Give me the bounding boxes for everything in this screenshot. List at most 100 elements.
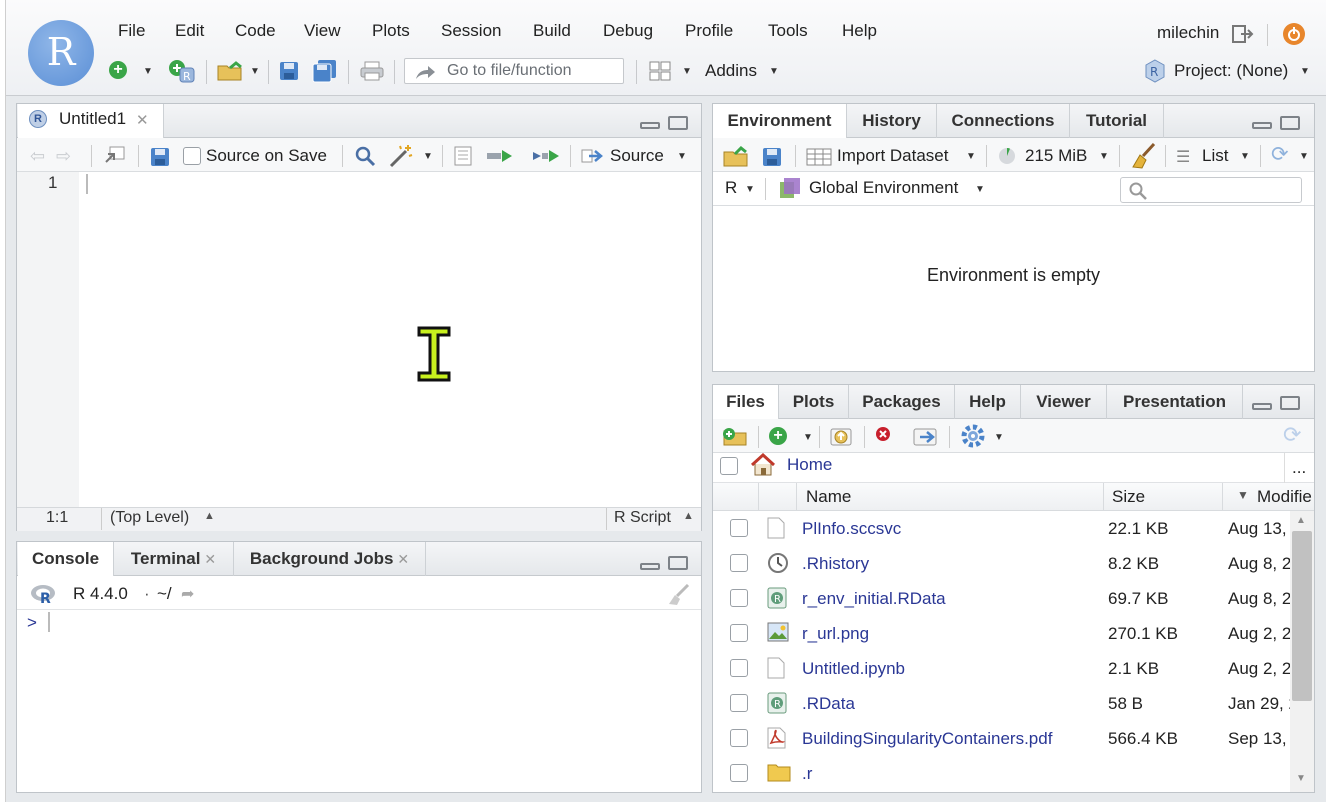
tab-tutorial[interactable]: Tutorial — [1070, 104, 1164, 138]
source-on-save-checkbox[interactable] — [183, 147, 201, 165]
tab-files[interactable]: Files — [713, 385, 779, 419]
tab-plots[interactable]: Plots — [779, 385, 849, 419]
row-checkbox[interactable] — [730, 694, 748, 712]
chevron-down-icon[interactable]: ▼ — [1099, 151, 1109, 162]
column-modified[interactable]: Modifie — [1257, 487, 1314, 507]
compile-report-icon[interactable] — [453, 146, 473, 166]
table-row[interactable] — [713, 756, 1290, 791]
chevron-down-icon[interactable]: ▼ — [994, 432, 1004, 443]
scope-selector[interactable]: (Top Level) — [110, 509, 189, 527]
maximize-icon[interactable] — [1280, 116, 1300, 130]
menu-build[interactable]: Build — [533, 21, 571, 45]
project-menu[interactable]: Project: (None) — [1174, 61, 1288, 81]
file-name-link[interactable]: Untitled.ipynb — [802, 659, 905, 679]
menu-tools[interactable]: Tools — [768, 21, 808, 45]
file-name-link[interactable]: .RData — [802, 694, 855, 714]
chevron-down-icon[interactable]: ▼ — [975, 184, 985, 195]
close-icon[interactable]: ✕ — [200, 551, 216, 567]
broom-icon[interactable] — [1130, 142, 1156, 169]
column-size[interactable]: Size — [1112, 487, 1145, 507]
scroll-down-icon[interactable]: ▼ — [1296, 773, 1306, 784]
environment-scope-selector[interactable]: Global Environment — [809, 178, 958, 198]
table-row[interactable] — [713, 651, 1290, 686]
scrollbar-thumb[interactable] — [1292, 531, 1312, 701]
run-line-icon[interactable] — [486, 148, 516, 164]
chevron-down-icon[interactable]: ▼ — [1300, 66, 1310, 77]
print-icon[interactable] — [360, 61, 384, 81]
code-editor[interactable] — [79, 172, 701, 507]
maximize-icon[interactable] — [668, 116, 688, 130]
menu-profile[interactable]: Profile — [685, 21, 733, 45]
source-arrow-icon[interactable] — [581, 148, 605, 164]
minimize-icon[interactable] — [640, 563, 660, 570]
file-name-link[interactable]: r_url.png — [802, 624, 869, 644]
table-row[interactable] — [713, 511, 1290, 546]
menu-view[interactable]: View — [304, 21, 341, 45]
re-run-icon[interactable] — [531, 148, 561, 164]
minimize-icon[interactable] — [1252, 122, 1272, 129]
save-icon[interactable] — [279, 61, 299, 81]
import-dataset-button[interactable]: Import Dataset — [837, 146, 949, 166]
row-checkbox[interactable] — [730, 589, 748, 607]
chevron-down-icon[interactable]: ▼ — [250, 66, 260, 77]
close-icon[interactable]: ✕ — [393, 551, 409, 567]
close-icon[interactable]: ✕ — [136, 111, 149, 129]
forward-arrow-icon[interactable]: ⇨ — [56, 146, 71, 167]
more-options-button[interactable]: ... — [1292, 458, 1306, 478]
tab-presentation[interactable]: Presentation — [1107, 385, 1243, 419]
tab-background-jobs[interactable]: Background Jobs ✕ — [234, 542, 426, 576]
menu-help[interactable]: Help — [842, 21, 877, 45]
row-checkbox[interactable] — [730, 729, 748, 747]
file-name-link[interactable]: r_env_initial.RData — [802, 589, 946, 609]
addins-menu[interactable]: Addins — [705, 61, 757, 81]
breadcrumb-home[interactable]: Home — [787, 455, 832, 475]
go-to-directory-icon[interactable]: ➦ — [181, 584, 194, 604]
file-name-link[interactable]: PlInfo.sccsvc — [802, 519, 901, 539]
tab-viewer[interactable]: Viewer — [1021, 385, 1107, 419]
chevron-down-icon[interactable]: ▼ — [143, 66, 153, 77]
view-mode-selector[interactable]: List — [1202, 146, 1228, 166]
clear-console-icon[interactable] — [666, 583, 690, 606]
save-all-icon[interactable] — [312, 59, 338, 83]
menu-file[interactable]: File — [118, 21, 145, 45]
chevron-down-icon[interactable]: ▼ — [966, 151, 976, 162]
file-name-link[interactable]: .r — [802, 764, 812, 784]
save-workspace-icon[interactable] — [762, 147, 782, 167]
go-to-file-input[interactable]: Go to file/function — [404, 58, 624, 84]
chevron-down-icon[interactable]: ▼ — [1240, 151, 1250, 162]
table-row[interactable] — [713, 581, 1290, 616]
magic-wand-icon[interactable] — [388, 144, 414, 168]
quit-session-icon[interactable] — [1283, 23, 1305, 45]
menu-plots[interactable]: Plots — [372, 21, 410, 45]
maximize-icon[interactable] — [668, 556, 688, 570]
file-name-link[interactable]: BuildingSingularityContainers.pdf — [802, 729, 1052, 749]
row-checkbox[interactable] — [730, 659, 748, 677]
table-row[interactable] — [713, 546, 1290, 581]
row-checkbox[interactable] — [730, 554, 748, 572]
menu-debug[interactable]: Debug — [603, 21, 653, 45]
tab-console[interactable]: Console — [18, 542, 114, 576]
column-name[interactable]: Name — [806, 487, 851, 507]
pane-layout-icon[interactable] — [649, 61, 671, 81]
file-name-link[interactable]: .Rhistory — [802, 554, 869, 574]
minimize-icon[interactable] — [640, 122, 660, 129]
save-icon[interactable] — [150, 147, 170, 167]
table-row[interactable] — [713, 616, 1290, 651]
chevron-down-icon[interactable]: ▼ — [803, 432, 813, 443]
scroll-up-icon[interactable]: ▲ — [1296, 515, 1306, 526]
chevron-down-icon[interactable]: ▼ — [769, 66, 779, 77]
console-input[interactable] — [17, 610, 701, 792]
chevron-down-icon[interactable]: ▼ — [423, 151, 433, 162]
new-blank-file-icon[interactable]: + — [769, 427, 787, 445]
home-icon[interactable] — [750, 452, 776, 477]
file-type-selector[interactable]: R Script — [614, 509, 671, 527]
tab-connections[interactable]: Connections — [937, 104, 1070, 138]
chevron-down-icon[interactable]: ▼ — [745, 184, 755, 195]
tab-packages[interactable]: Packages — [849, 385, 955, 419]
refresh-icon[interactable]: ⟳ — [1271, 142, 1289, 167]
select-all-checkbox[interactable] — [720, 457, 738, 475]
chevron-down-icon[interactable]: ▼ — [682, 66, 692, 77]
tab-terminal[interactable]: Terminal ✕ — [114, 542, 234, 576]
gear-icon[interactable] — [961, 424, 985, 448]
minimize-icon[interactable] — [1252, 403, 1272, 410]
